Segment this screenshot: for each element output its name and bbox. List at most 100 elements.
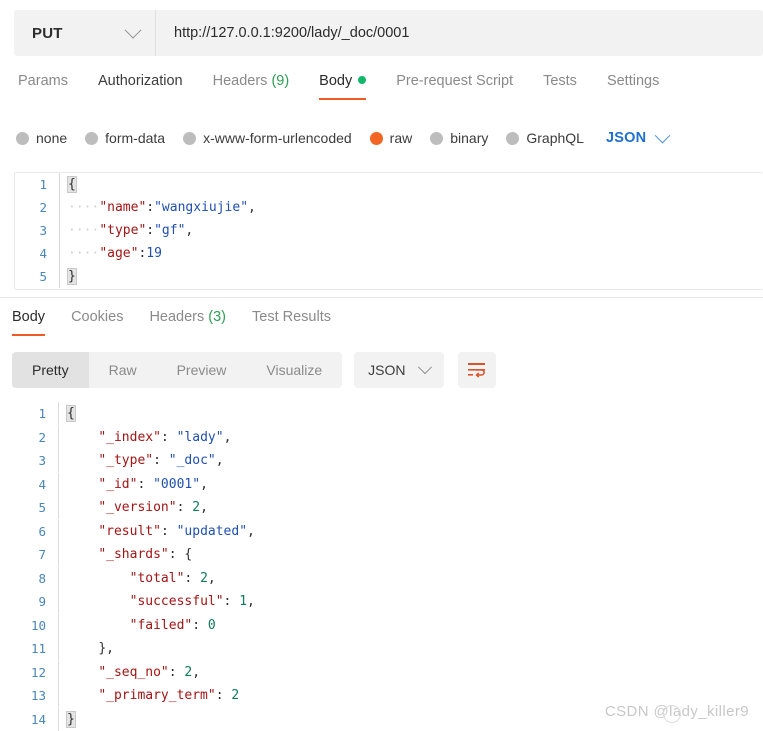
code-token: , bbox=[106, 641, 114, 656]
http-method-dropdown[interactable]: PUT bbox=[14, 10, 156, 56]
code-token: 19 bbox=[146, 246, 162, 261]
body-type-graphql[interactable]: GraphQL bbox=[506, 130, 584, 146]
code-token: } bbox=[68, 269, 76, 284]
tab-label: Pre-request Script bbox=[396, 73, 513, 89]
tab-count: (3) bbox=[204, 309, 226, 325]
code-token: "_seq_no" bbox=[98, 665, 168, 680]
body-type-x-www-form-urlencoded[interactable]: x-www-form-urlencoded bbox=[183, 130, 352, 146]
response-view-raw[interactable]: Raw bbox=[89, 352, 157, 388]
code-token: , bbox=[216, 453, 224, 468]
body-type-label: GraphQL bbox=[526, 130, 584, 146]
line-number: 7 bbox=[14, 543, 58, 567]
code-indent bbox=[67, 430, 98, 445]
line-number: 12 bbox=[14, 661, 58, 685]
code-line: 2 "_index": "lady", bbox=[14, 426, 763, 450]
request-body-editor[interactable]: 1{2····"name":"wangxiujie",3····"type":"… bbox=[14, 172, 763, 290]
watermark: CSDN @lady_killer9 bbox=[605, 703, 749, 720]
body-type-binary[interactable]: binary bbox=[430, 130, 488, 146]
request-tab-headers[interactable]: Headers (9) bbox=[213, 70, 290, 100]
line-number: 11 bbox=[14, 637, 58, 661]
request-tab-params[interactable]: Params bbox=[18, 70, 68, 100]
code-line: 12 "_seq_no": 2, bbox=[14, 661, 763, 685]
tab-label: Params bbox=[18, 73, 68, 89]
response-format-dropdown[interactable]: JSON bbox=[354, 352, 443, 388]
code-line-text: "_id": "0001", bbox=[58, 473, 208, 496]
code-indent bbox=[67, 477, 98, 492]
request-url-input[interactable]: http://127.0.0.1:9200/lady/_doc/0001 bbox=[156, 10, 763, 56]
response-view-preview[interactable]: Preview bbox=[157, 352, 247, 388]
code-token: { bbox=[68, 177, 76, 192]
code-line-text: } bbox=[59, 265, 76, 288]
code-line: 2····"name":"wangxiujie", bbox=[15, 196, 763, 219]
body-type-none[interactable]: none bbox=[16, 130, 67, 146]
code-token: : bbox=[153, 453, 169, 468]
code-line-text: "_seq_no": 2, bbox=[58, 661, 200, 684]
raw-format-label: JSON bbox=[606, 130, 646, 146]
raw-format-dropdown[interactable]: JSON bbox=[606, 130, 668, 146]
code-line: 5} bbox=[15, 265, 763, 288]
code-indent bbox=[67, 547, 98, 562]
code-line: 7 "_shards": { bbox=[14, 543, 763, 567]
body-type-form-data[interactable]: form-data bbox=[85, 130, 165, 146]
code-token: , bbox=[208, 571, 216, 586]
tab-label: Headers bbox=[213, 73, 268, 89]
tab-label: Cookies bbox=[71, 309, 123, 325]
code-token: "total" bbox=[130, 571, 185, 586]
line-number: 4 bbox=[15, 242, 59, 265]
radio-button-icon bbox=[506, 132, 519, 145]
http-method-label: PUT bbox=[32, 25, 63, 42]
response-tab-headers[interactable]: Headers (3) bbox=[149, 306, 226, 336]
line-number: 14 bbox=[14, 708, 58, 731]
chevron-down-icon bbox=[125, 22, 142, 39]
code-indent: ···· bbox=[68, 246, 99, 261]
response-tab-test-results[interactable]: Test Results bbox=[252, 306, 331, 336]
response-body-viewer[interactable]: 1{2 "_index": "lady",3 "_type": "_doc",4… bbox=[14, 402, 763, 731]
response-tab-cookies[interactable]: Cookies bbox=[71, 306, 123, 336]
tab-label: Tests bbox=[543, 73, 577, 89]
body-modified-dot-icon bbox=[358, 76, 366, 84]
code-token: "_version" bbox=[98, 500, 176, 515]
word-wrap-icon bbox=[467, 362, 486, 379]
code-token: "age" bbox=[99, 246, 138, 261]
body-type-label: form-data bbox=[105, 130, 165, 146]
request-tab-pre-request-script[interactable]: Pre-request Script bbox=[396, 70, 513, 100]
body-type-label: x-www-form-urlencoded bbox=[203, 130, 352, 146]
code-indent: ···· bbox=[68, 200, 99, 215]
radio-button-icon bbox=[430, 132, 443, 145]
request-tab-settings[interactable]: Settings bbox=[607, 70, 659, 100]
code-token: : bbox=[184, 571, 200, 586]
code-indent: ···· bbox=[68, 223, 99, 238]
code-token: "wangxiujie" bbox=[154, 200, 248, 215]
code-line-text: "total": 2, bbox=[58, 567, 216, 590]
radio-button-icon bbox=[370, 132, 383, 145]
code-line-text: } bbox=[58, 708, 75, 731]
code-line: 4····"age":19 bbox=[15, 242, 763, 265]
response-tab-body[interactable]: Body bbox=[12, 306, 45, 336]
code-token: : bbox=[169, 665, 185, 680]
response-view-pretty[interactable]: Pretty bbox=[12, 352, 89, 388]
code-token: : bbox=[169, 547, 185, 562]
code-line-text: "_primary_term": 2 bbox=[58, 684, 239, 707]
line-number: 3 bbox=[14, 449, 58, 473]
request-tab-body[interactable]: Body bbox=[319, 70, 366, 100]
request-tab-tests[interactable]: Tests bbox=[543, 70, 577, 100]
tab-label: Authorization bbox=[98, 73, 183, 89]
request-tab-authorization[interactable]: Authorization bbox=[98, 70, 183, 100]
response-body-code[interactable]: 1{2 "_index": "lady",3 "_type": "_doc",4… bbox=[14, 402, 763, 731]
request-body-code[interactable]: 1{2····"name":"wangxiujie",3····"type":"… bbox=[15, 173, 763, 288]
code-line-text: ····"age":19 bbox=[59, 242, 162, 265]
code-indent bbox=[67, 641, 98, 656]
tab-count: (9) bbox=[267, 73, 289, 89]
line-number: 2 bbox=[14, 426, 58, 450]
code-token: "result" bbox=[98, 524, 161, 539]
line-number: 2 bbox=[15, 196, 59, 219]
code-line: 1{ bbox=[14, 402, 763, 426]
code-indent bbox=[67, 594, 130, 609]
code-token: "successful" bbox=[130, 594, 224, 609]
body-type-label: raw bbox=[390, 130, 413, 146]
body-type-raw[interactable]: raw bbox=[370, 130, 413, 146]
response-view-visualize[interactable]: Visualize bbox=[246, 352, 342, 388]
line-number: 8 bbox=[14, 567, 58, 591]
code-line: 11 }, bbox=[14, 637, 763, 661]
word-wrap-button[interactable] bbox=[458, 352, 496, 388]
